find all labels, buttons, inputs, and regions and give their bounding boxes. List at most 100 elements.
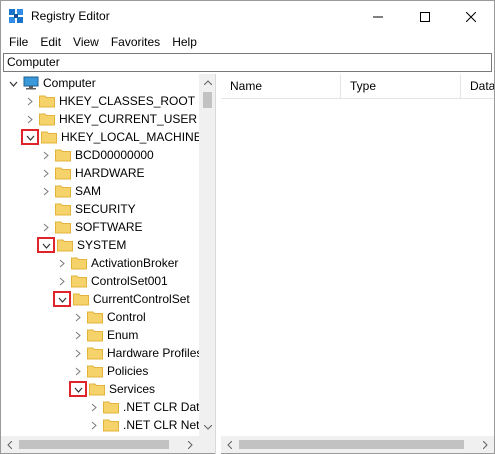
tree-item[interactable]: HKEY_CURRENT_USER — [21, 110, 197, 128]
folder-icon — [39, 112, 55, 126]
tree-item-label: SYSTEM — [77, 238, 127, 252]
folder-icon — [89, 382, 105, 396]
tree-item[interactable]: .NET CLR Netw — [85, 416, 199, 434]
key-tree: Computer HKEY_CLASSES_ROOT HKEY_CURRENT_US… — [1, 74, 199, 436]
tree-item-label: .NET CLR Data — [123, 400, 199, 414]
menu-edit[interactable]: Edit — [34, 32, 67, 52]
chevron-right-icon[interactable] — [21, 110, 37, 128]
chevron-down-icon[interactable] — [69, 381, 87, 397]
chevron-down-icon[interactable] — [21, 129, 39, 145]
tree-item[interactable]: Computer — [5, 74, 96, 92]
tree-item-label: HARDWARE — [75, 166, 145, 180]
chevron-right-icon[interactable] — [69, 326, 85, 344]
folder-icon — [71, 274, 87, 288]
tree-item[interactable]: BCD00000000 — [37, 146, 154, 164]
tree-item[interactable]: .NET CLR Data — [85, 398, 199, 416]
tree-item[interactable]: SECURITY — [37, 200, 136, 218]
tree-horizontal-scroll-thumb[interactable] — [19, 440, 169, 449]
chevron-right-icon[interactable] — [37, 182, 53, 200]
menu-help[interactable]: Help — [166, 32, 203, 52]
tree-item[interactable]: CurrentControlSet — [53, 290, 190, 308]
key-tree-pane: Computer HKEY_CLASSES_ROOT HKEY_CURRENT_US… — [1, 74, 216, 454]
tree-item[interactable]: ActivationBroker — [53, 254, 178, 272]
menu-bar: File Edit View Favorites Help — [1, 32, 494, 52]
tree-item[interactable]: HKEY_LOCAL_MACHINE — [21, 128, 199, 146]
values-horizontal-scroll-thumb[interactable] — [239, 440, 464, 449]
minimize-icon — [373, 16, 383, 17]
close-icon — [466, 11, 476, 22]
values-list-pane: Name Type Data — [221, 74, 494, 454]
tree-item-label: BCD00000000 — [75, 148, 154, 162]
tree-item[interactable]: Control — [69, 308, 146, 326]
values-list-header: Name Type Data — [221, 74, 494, 99]
tree-item[interactable]: Enum — [69, 326, 138, 344]
folder-icon — [87, 364, 103, 378]
chevron-right-icon[interactable] — [53, 272, 69, 290]
tree-item-label: .NET CLR Netw — [123, 418, 199, 432]
chevron-right-icon[interactable] — [21, 92, 37, 110]
scroll-right-arrow-icon[interactable] — [182, 436, 199, 453]
computer-icon — [23, 76, 39, 90]
tree-item[interactable]: HKEY_CLASSES_ROOT — [21, 92, 195, 110]
maximize-button[interactable] — [402, 1, 448, 32]
chevron-right-icon[interactable] — [69, 362, 85, 380]
maximize-icon — [420, 11, 430, 22]
window-title: Registry Editor — [31, 9, 110, 23]
tree-vertical-scroll-thumb[interactable] — [203, 92, 212, 108]
address-bar[interactable]: Computer — [3, 53, 492, 72]
column-header-name[interactable]: Name — [221, 74, 341, 99]
scroll-right-arrow-icon[interactable] — [477, 436, 494, 453]
tree-item-label: Hardware Profiles — [107, 346, 199, 360]
tree-item[interactable]: SOFTWARE — [37, 218, 143, 236]
chevron-down-icon[interactable] — [37, 237, 55, 253]
chevron-right-icon[interactable] — [37, 164, 53, 182]
tree-item[interactable]: SAM — [37, 182, 101, 200]
tree-item-label: HKEY_LOCAL_MACHINE — [61, 130, 199, 144]
chevron-right-icon[interactable] — [85, 398, 101, 416]
tree-horizontal-scrollbar[interactable] — [1, 436, 199, 453]
menu-favorites[interactable]: Favorites — [105, 32, 166, 52]
tree-item[interactable]: Services — [69, 380, 155, 398]
tree-item-label: Enum — [107, 328, 139, 342]
scroll-down-arrow-icon[interactable] — [199, 419, 215, 436]
tree-item-label: SAM — [75, 184, 102, 198]
chevron-down-icon[interactable] — [53, 291, 71, 307]
chevron-right-icon[interactable] — [37, 146, 53, 164]
folder-icon — [55, 202, 71, 216]
folder-icon — [55, 184, 71, 198]
folder-icon — [57, 238, 73, 252]
column-header-type[interactable]: Type — [341, 74, 461, 99]
scroll-up-arrow-icon[interactable] — [199, 74, 215, 91]
close-button[interactable] — [448, 1, 494, 32]
scroll-left-arrow-icon[interactable] — [1, 436, 18, 453]
folder-icon — [71, 256, 87, 270]
minimize-button[interactable] — [355, 1, 401, 32]
tree-vertical-scrollbar[interactable] — [199, 74, 215, 436]
tree-item-label: Policies — [107, 364, 149, 378]
folder-icon — [55, 148, 71, 162]
registry-editor-app-icon — [9, 9, 23, 23]
tree-item[interactable]: Policies — [69, 362, 148, 380]
chevron-right-icon[interactable] — [69, 344, 85, 362]
chevron-right-icon[interactable] — [37, 218, 53, 236]
chevron-right-icon[interactable] — [53, 254, 69, 272]
tree-item[interactable]: HARDWARE — [37, 164, 145, 182]
title-bar[interactable]: Registry Editor — [1, 1, 494, 32]
folder-icon — [103, 418, 119, 432]
tree-item[interactable]: ControlSet001 — [53, 272, 168, 290]
menu-file[interactable]: File — [3, 32, 34, 52]
values-horizontal-scrollbar[interactable] — [221, 436, 494, 453]
tree-item[interactable]: Hardware Profiles — [69, 344, 199, 362]
tree-item-label: ActivationBroker — [91, 256, 179, 270]
tree-item[interactable]: SYSTEM — [37, 236, 126, 254]
folder-icon — [103, 400, 119, 414]
menu-view[interactable]: View — [67, 32, 105, 52]
chevron-down-icon[interactable] — [5, 74, 21, 92]
column-header-data[interactable]: Data — [461, 74, 494, 99]
chevron-right-icon[interactable] — [85, 416, 101, 434]
tree-item-label: Control — [107, 310, 146, 324]
registry-editor-window: Registry Editor File Edit View Favorites… — [0, 0, 495, 454]
scroll-left-arrow-icon[interactable] — [221, 436, 238, 453]
chevron-right-icon[interactable] — [69, 308, 85, 326]
